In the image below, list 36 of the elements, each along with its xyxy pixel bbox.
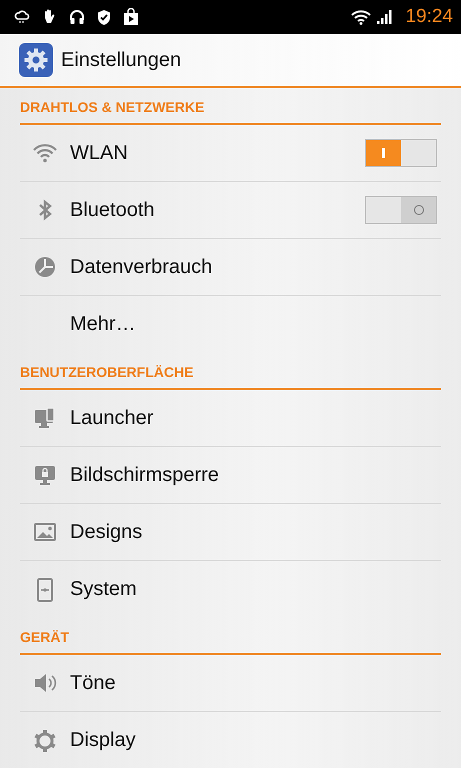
item-label: Display xyxy=(70,729,137,752)
section-header: DRAHTLOS & NETZWERKE xyxy=(20,88,441,125)
item-label: Bildschirmsperre xyxy=(70,464,220,486)
toggle-switch[interactable] xyxy=(365,196,437,224)
settings-item[interactable]: Launcher xyxy=(20,390,441,447)
headphones-icon xyxy=(68,8,86,26)
settings-item[interactable]: Display xyxy=(20,712,441,768)
settings-item[interactable]: Datenverbrauch xyxy=(20,239,441,296)
store-bag-icon xyxy=(122,8,140,26)
item-label: Designs xyxy=(70,520,144,544)
settings-item[interactable]: Töne xyxy=(20,655,441,712)
settings-item[interactable]: Bildschirmsperre xyxy=(20,447,441,504)
gear-icon xyxy=(32,728,58,754)
wifi-signal-icon xyxy=(351,9,372,25)
screen-title: Einstellungen xyxy=(61,48,182,72)
section-header: GERÄT xyxy=(20,618,441,655)
item-label: WLAN xyxy=(70,142,129,164)
clock-time: 19:24 xyxy=(405,6,453,28)
item-label: Töne xyxy=(70,672,117,694)
toggle-switch[interactable] xyxy=(365,139,437,167)
settings-item[interactable]: Mehr… xyxy=(20,296,441,353)
item-label: Bluetooth xyxy=(70,198,156,222)
shield-icon xyxy=(96,8,112,26)
item-label: Datenverbrauch xyxy=(70,256,214,278)
weather-icon xyxy=(14,9,30,25)
settings-item[interactable]: WLAN xyxy=(20,125,441,182)
item-label: System xyxy=(70,578,138,601)
settings-item[interactable]: Designs xyxy=(20,504,441,561)
cell-signal-icon xyxy=(376,9,392,25)
section-header: BENUTZEROBERFLÄCHE xyxy=(20,353,441,390)
settings-item[interactable]: System xyxy=(20,561,441,618)
settings-icon[interactable] xyxy=(19,43,53,77)
item-label: Mehr… xyxy=(70,313,137,336)
settings-item[interactable]: Bluetooth xyxy=(20,182,441,239)
item-label: Launcher xyxy=(70,406,154,430)
pie-chart-icon xyxy=(32,254,58,280)
